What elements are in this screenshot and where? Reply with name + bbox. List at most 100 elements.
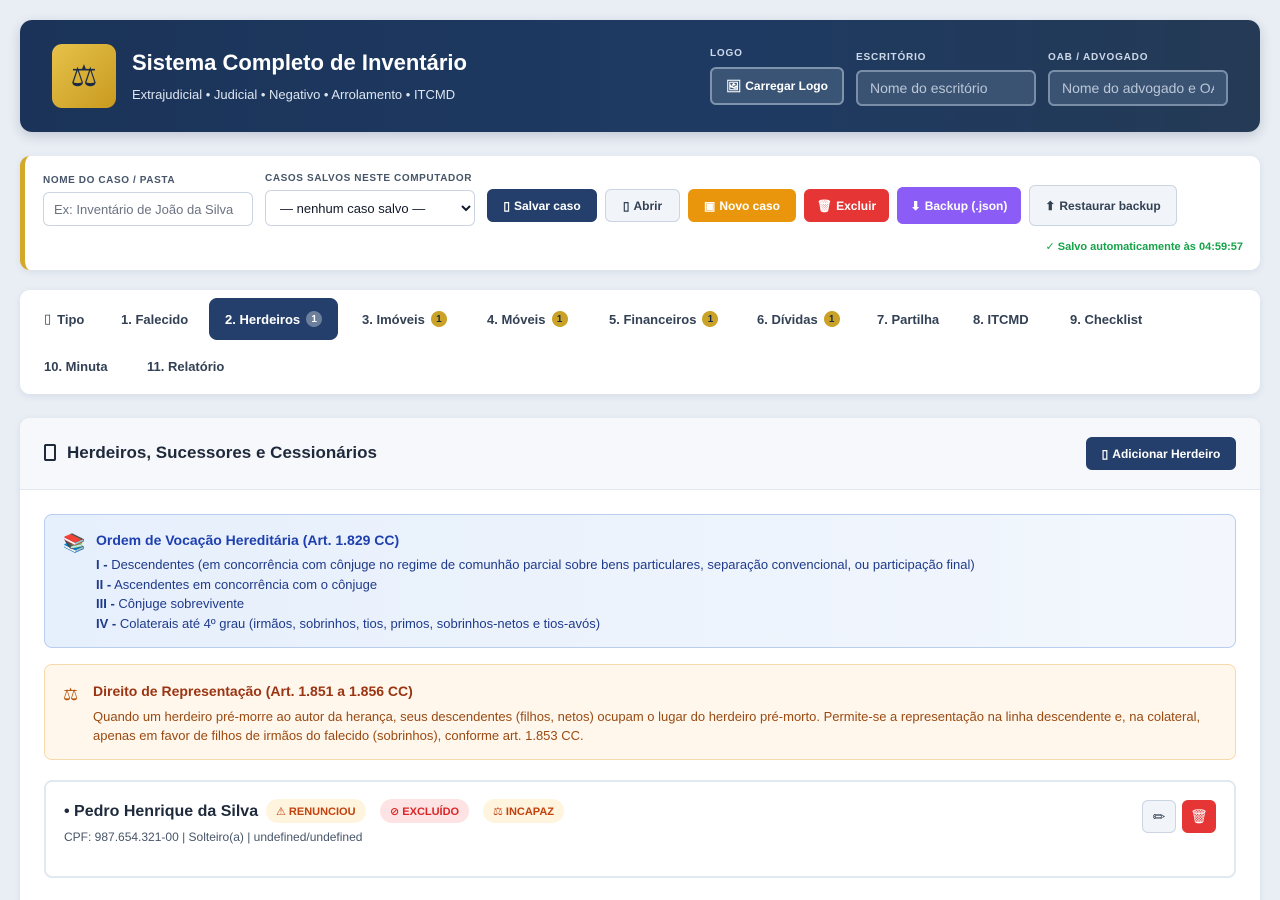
tab-imoveis[interactable]: 3. Imóveis 1 [346, 298, 463, 340]
representation-text: Quando um herdeiro pré-morre ao autor da… [93, 709, 1201, 743]
tab-financeiros[interactable]: 5. Financeiros 1 [593, 298, 734, 340]
tab-relatorio[interactable]: 11. Relatório [131, 345, 240, 387]
new-document-icon: ▣ [703, 198, 716, 213]
app-header: ⚖ Sistema Completo de Inventário Extraju… [20, 20, 1260, 132]
save-case-label: Salvar caso [513, 198, 581, 213]
tab-label: Tipo [57, 311, 85, 327]
office-label: ESCRITÓRIO [856, 52, 927, 63]
save-case-button[interactable]: ▯ Salvar caso [487, 189, 597, 222]
save-icon: ▯ [503, 198, 510, 213]
upload-logo-label: Carregar Logo [745, 79, 828, 93]
vocation-text: Colaterais até 4º grau (irmãos, sobrinho… [119, 616, 601, 631]
pencil-icon: ✏ [1152, 808, 1166, 826]
delete-case-label: Excluir [836, 198, 877, 213]
saved-cases-select[interactable]: — nenhum caso salvo — [265, 190, 475, 226]
restore-backup-button[interactable]: ⬆ Restaurar backup [1029, 185, 1177, 226]
balance-scale-icon: ⚖ [63, 685, 79, 704]
tab-label: 8. ITCMD [973, 311, 1029, 327]
vocation-text: Ascendentes em concorrência com o cônjug… [114, 577, 378, 592]
tab-bar: ▯ Tipo 1. Falecido 2. Herdeiros 1 3. Imó… [20, 290, 1260, 394]
trash-icon: 🗑 [816, 198, 833, 213]
balance-scale-icon: ⚖ [52, 44, 116, 108]
tab-dividas[interactable]: 6. Dívidas 1 [741, 298, 856, 340]
delete-heir-button[interactable]: 🗑 [1182, 800, 1216, 833]
renounced-badge: ⚠ RENUNCIOU [266, 799, 366, 823]
heir-details: CPF: 987.654.321-00 | Solteiro(a) | unde… [64, 830, 363, 844]
tab-herdeiros[interactable]: 2. Herdeiros 1 [209, 298, 339, 340]
open-case-label: Abrir [633, 198, 663, 213]
tab-partilha[interactable]: 7. Partilha [861, 298, 955, 340]
tab-count-badge: 1 [306, 311, 323, 327]
tab-label: 11. Relatório [147, 358, 225, 374]
download-icon: ⬇ [910, 198, 921, 213]
backup-button[interactable]: ⬇ Backup (.json) [897, 187, 1021, 224]
vocation-text: Descendentes (em concorrência com cônjug… [111, 557, 975, 572]
panel-title: Herdeiros, Sucessores e Cessionários [67, 443, 377, 462]
new-case-button[interactable]: ▣ Novo caso [688, 189, 796, 222]
books-icon: 📚 [63, 533, 86, 553]
upload-logo-button[interactable]: 🖼 Carregar Logo [710, 67, 844, 105]
tab-label: 7. Partilha [877, 311, 940, 327]
folder-icon: ▯ [622, 198, 630, 213]
vocation-num: IV - [96, 616, 117, 631]
app-title: Sistema Completo de Inventário [132, 50, 467, 75]
tab-count-badge: 1 [551, 311, 568, 327]
saved-cases-label: CASOS SALVOS NESTE COMPUTADOR [265, 173, 473, 184]
trash-icon: 🗑 [1190, 808, 1208, 824]
panel-header: Herdeiros, Sucessores e Cessionários ▯ A… [20, 418, 1260, 490]
representation-info-box: ⚖ Direito de Representação (Art. 1.851 a… [44, 664, 1236, 760]
tab-minuta[interactable]: 10. Minuta [28, 345, 124, 387]
tab-moveis[interactable]: 4. Móveis 1 [471, 298, 584, 340]
case-name-input[interactable] [43, 192, 253, 226]
tab-label: 9. Checklist [1070, 311, 1143, 327]
vocation-line: I - Descendentes (em concorrência com cô… [96, 557, 975, 572]
add-heir-label: Adicionar Herdeiro [1112, 446, 1221, 461]
case-name-label: NOME DO CASO / PASTA [43, 175, 176, 186]
delete-case-button[interactable]: 🗑 Excluir [804, 189, 889, 222]
heir-card: • Pedro Henrique da Silva ⚠ RENUNCIOU ⊘ … [44, 780, 1236, 878]
vocation-text: Cônjuge sobrevivente [118, 596, 245, 611]
oab-input[interactable] [1048, 70, 1228, 106]
tab-label: 10. Minuta [44, 358, 108, 374]
vocation-line: IV - Colaterais até 4º grau (irmãos, sob… [96, 616, 600, 631]
tab-falecido[interactable]: 1. Falecido [105, 298, 204, 340]
upload-icon: ⬆ [1045, 198, 1056, 213]
logo-label: LOGO [710, 48, 743, 59]
image-icon: 🖼 [726, 79, 742, 93]
new-case-label: Novo caso [719, 198, 781, 213]
oab-label: OAB / ADVOGADO [1048, 52, 1149, 63]
heir-name: • Pedro Henrique da Silva [64, 803, 259, 820]
heirs-panel: Herdeiros, Sucessores e Cessionários ▯ A… [20, 418, 1260, 900]
vocation-num: II - [96, 577, 112, 592]
edit-heir-button[interactable]: ✏ [1142, 800, 1176, 833]
add-heir-button[interactable]: ▯ Adicionar Herdeiro [1086, 437, 1236, 470]
case-bar: NOME DO CASO / PASTA CASOS SALVOS NESTE … [20, 156, 1260, 270]
excluded-badge: ⊘ EXCLUÍDO [380, 799, 470, 823]
tab-label: 4. Móveis [487, 311, 546, 327]
tab-count-badge: 1 [702, 311, 719, 327]
backup-label: Backup (.json) [924, 198, 1008, 213]
tab-label: 6. Dívidas [757, 311, 818, 327]
open-case-button[interactable]: ▯ Abrir [605, 189, 680, 222]
vocation-info-box: 📚 Ordem de Vocação Hereditária (Art. 1.8… [44, 514, 1236, 648]
vocation-num: III - [96, 596, 115, 611]
office-input[interactable] [856, 70, 1036, 106]
app-subtitle: Extrajudicial • Judicial • Negativo • Ar… [132, 87, 456, 102]
plus-icon: ▯ [1101, 446, 1109, 461]
autosave-status: ✓ Salvo automaticamente às 04:59:57 [1045, 241, 1243, 253]
representation-title: Direito de Representação (Art. 1.851 a 1… [93, 683, 413, 699]
restore-backup-label: Restaurar backup [1059, 198, 1161, 213]
vocation-title: Ordem de Vocação Hereditária (Art. 1.829… [96, 532, 400, 548]
vocation-line: III - Cônjuge sobrevivente [96, 596, 244, 611]
incapable-badge: ⚖ INCAPAZ [483, 799, 564, 823]
vocation-line: II - Ascendentes em concorrência com o c… [96, 577, 377, 592]
tab-label: 2. Herdeiros [225, 311, 301, 327]
tab-count-badge: 1 [430, 311, 447, 327]
tab-label: 1. Falecido [121, 311, 189, 327]
clipboard-icon: ▯ [44, 311, 52, 326]
vocation-num: I - [96, 557, 108, 572]
tab-checklist[interactable]: 9. Checklist [1054, 298, 1158, 340]
tab-itcmd[interactable]: 8. ITCMD [957, 298, 1045, 340]
tab-tipo[interactable]: ▯ Tipo [28, 298, 100, 340]
tab-count-badge: 1 [823, 311, 840, 327]
